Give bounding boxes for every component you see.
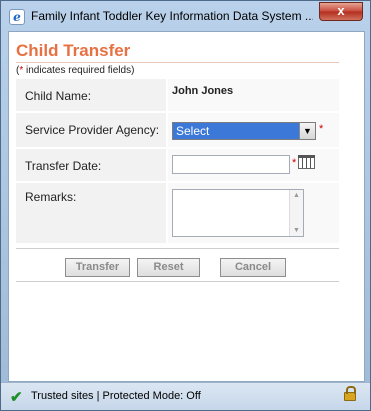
heading-divider — [16, 62, 339, 63]
ie-icon: e — [9, 9, 25, 25]
transfer-date-input[interactable] — [172, 155, 290, 174]
remarks-scrollbar[interactable]: ▲ ▼ — [289, 190, 303, 236]
lock-icon[interactable] — [344, 386, 356, 401]
remarks-label: Remarks: — [16, 183, 166, 243]
calendar-icon[interactable] — [298, 155, 315, 169]
reset-button[interactable]: Reset — [137, 258, 200, 277]
required-fields-note: (* indicates required fields) — [16, 65, 135, 76]
title-bar: e Family Infant Toddler Key Information … — [1, 1, 370, 31]
buttons-top-divider — [16, 248, 339, 249]
agency-selected-value: Select — [176, 124, 210, 138]
buttons-bottom-divider — [16, 281, 339, 282]
transfer-date-required-star: * — [292, 157, 297, 169]
scroll-down-icon[interactable]: ▼ — [293, 227, 300, 234]
child-name-value: John Jones — [172, 85, 234, 97]
chevron-down-icon[interactable]: ▼ — [299, 123, 315, 139]
check-icon: ✔ — [10, 389, 23, 406]
dialog-window: e Family Infant Toddler Key Information … — [0, 0, 371, 411]
scroll-up-icon[interactable]: ▲ — [293, 192, 300, 199]
transfer-date-row: Transfer Date: * — [16, 149, 339, 181]
content-area: Child Transfer (* indicates required fie… — [8, 31, 365, 382]
page-title: Child Transfer — [16, 41, 131, 60]
child-name-row: Child Name: John Jones — [16, 79, 339, 111]
child-name-label: Child Name: — [16, 79, 166, 111]
transfer-date-label: Transfer Date: — [16, 149, 166, 181]
transfer-button[interactable]: Transfer — [65, 258, 130, 277]
agency-row: Service Provider Agency: Select ▼ * — [16, 113, 339, 147]
remarks-row: Remarks: ▲ ▼ — [16, 183, 339, 243]
zone-status: Trusted sites | Protected Mode: Off — [31, 390, 201, 402]
agency-required-star: * — [319, 123, 324, 135]
agency-label: Service Provider Agency: — [16, 113, 166, 147]
close-button[interactable]: x — [319, 2, 363, 21]
cancel-button[interactable]: Cancel — [220, 258, 286, 277]
close-icon: x — [337, 3, 345, 18]
status-bar: ✔ Trusted sites | Protected Mode: Off — [1, 382, 370, 410]
window-title: Family Infant Toddler Key Information Da… — [31, 9, 313, 23]
remarks-textarea[interactable]: ▲ ▼ — [172, 189, 304, 237]
agency-select[interactable]: Select ▼ — [172, 122, 316, 140]
